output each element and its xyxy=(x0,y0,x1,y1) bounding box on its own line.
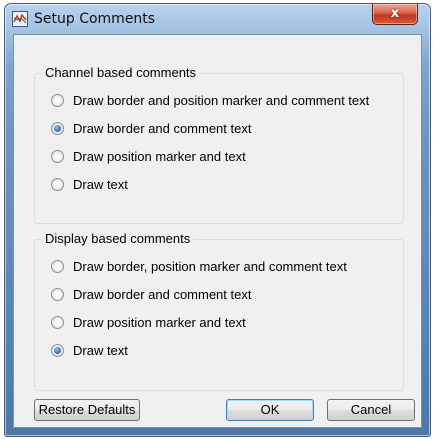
close-icon: x xyxy=(390,6,400,21)
radio-button[interactable] xyxy=(51,288,64,301)
cancel-button[interactable]: Cancel xyxy=(327,399,415,421)
channel-comments-group: Channel based comments Draw border and p… xyxy=(34,65,404,224)
radio-button-selected[interactable] xyxy=(51,344,64,357)
option-label: Draw border and position marker and comm… xyxy=(73,93,370,108)
channel-group-legend: Channel based comments xyxy=(42,65,200,80)
option-label: Draw border, position marker and comment… xyxy=(73,259,347,274)
window-title: Setup Comments xyxy=(34,11,156,27)
display-group-legend: Display based comments xyxy=(42,231,194,246)
option-label: Draw text xyxy=(73,177,128,192)
dialog-window: Setup Comments x Channel based comments … xyxy=(4,3,431,437)
radio-button-selected[interactable] xyxy=(51,122,64,135)
radio-button[interactable] xyxy=(51,150,64,163)
close-button[interactable]: x xyxy=(372,4,418,25)
option-label: Draw border and comment text xyxy=(73,121,252,136)
title-bar[interactable]: Setup Comments x xyxy=(5,4,430,34)
radio-button[interactable] xyxy=(51,316,64,329)
radio-button[interactable] xyxy=(51,178,64,191)
radio-button[interactable] xyxy=(51,94,64,107)
waveform-icon xyxy=(12,11,28,27)
option-label: Draw border and comment text xyxy=(73,287,252,302)
option-label: Draw text xyxy=(73,343,128,358)
option-label: Draw position marker and text xyxy=(73,149,246,164)
restore-defaults-button[interactable]: Restore Defaults xyxy=(34,399,140,421)
option-label: Draw position marker and text xyxy=(73,315,246,330)
display-comments-group: Display based comments Draw border, posi… xyxy=(34,231,404,391)
ok-button[interactable]: OK xyxy=(226,399,314,421)
radio-button[interactable] xyxy=(51,260,64,273)
dialog-client-area: Channel based comments Draw border and p… xyxy=(13,34,422,428)
